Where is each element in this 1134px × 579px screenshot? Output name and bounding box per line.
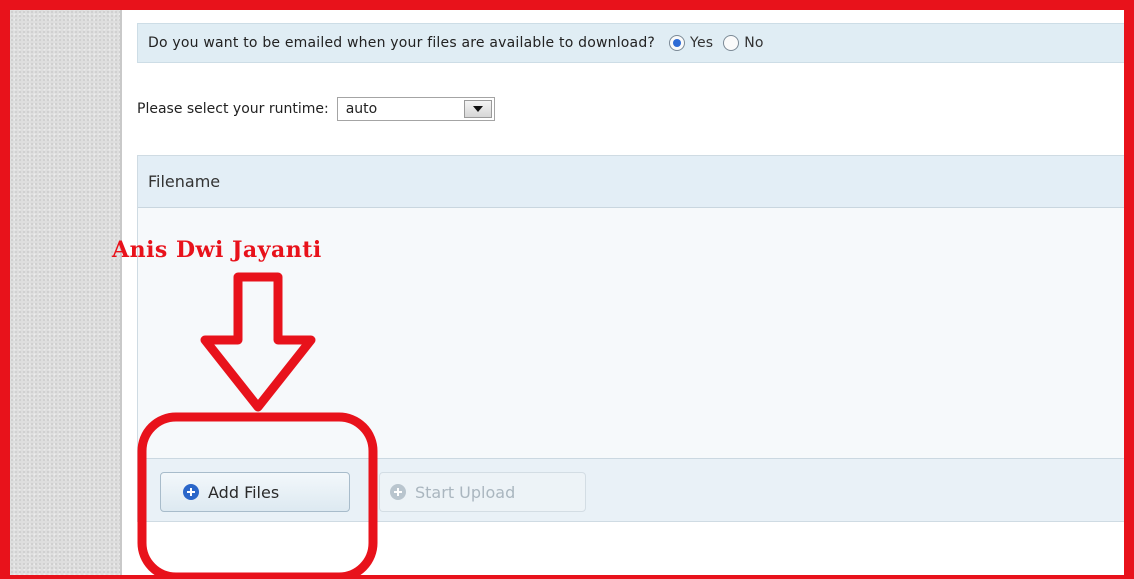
arrow-circle-icon bbox=[390, 484, 406, 500]
runtime-select[interactable]: auto bbox=[336, 97, 495, 121]
annotation-author-text: Anis Dwi Jayanti bbox=[112, 237, 322, 263]
filename-column-header: Filename bbox=[148, 172, 221, 191]
start-upload-label: Start Upload bbox=[415, 482, 516, 502]
add-files-label: Add Files bbox=[208, 482, 280, 502]
email-yes-radio[interactable] bbox=[669, 35, 686, 51]
page-background-gutter bbox=[10, 10, 120, 579]
email-notify-question: Do you want to be emailed when your file… bbox=[148, 35, 656, 51]
screenshot-red-border-bottom bbox=[0, 575, 1134, 579]
runtime-select-value: auto bbox=[345, 101, 378, 117]
runtime-select-dropdown-button[interactable] bbox=[463, 100, 492, 118]
gutter-divider bbox=[120, 10, 122, 579]
plus-circle-icon bbox=[183, 484, 199, 500]
email-no-label[interactable]: No bbox=[744, 35, 763, 51]
email-yes-label[interactable]: Yes bbox=[690, 35, 713, 51]
filelist-header: Filename bbox=[138, 156, 1134, 208]
file-uploader-panel: Filename Add Files Start Upload bbox=[137, 155, 1134, 522]
chevron-down-icon bbox=[472, 106, 483, 112]
add-files-button[interactable]: Add Files bbox=[160, 472, 350, 512]
email-notify-bar: Do you want to be emailed when your file… bbox=[137, 23, 1134, 63]
email-no-radio[interactable] bbox=[723, 35, 740, 51]
runtime-row: Please select your runtime: auto bbox=[137, 96, 495, 122]
start-upload-button[interactable]: Start Upload bbox=[379, 472, 586, 512]
uploader-footer: Add Files Start Upload bbox=[138, 458, 1134, 521]
runtime-label: Please select your runtime: bbox=[137, 101, 329, 117]
